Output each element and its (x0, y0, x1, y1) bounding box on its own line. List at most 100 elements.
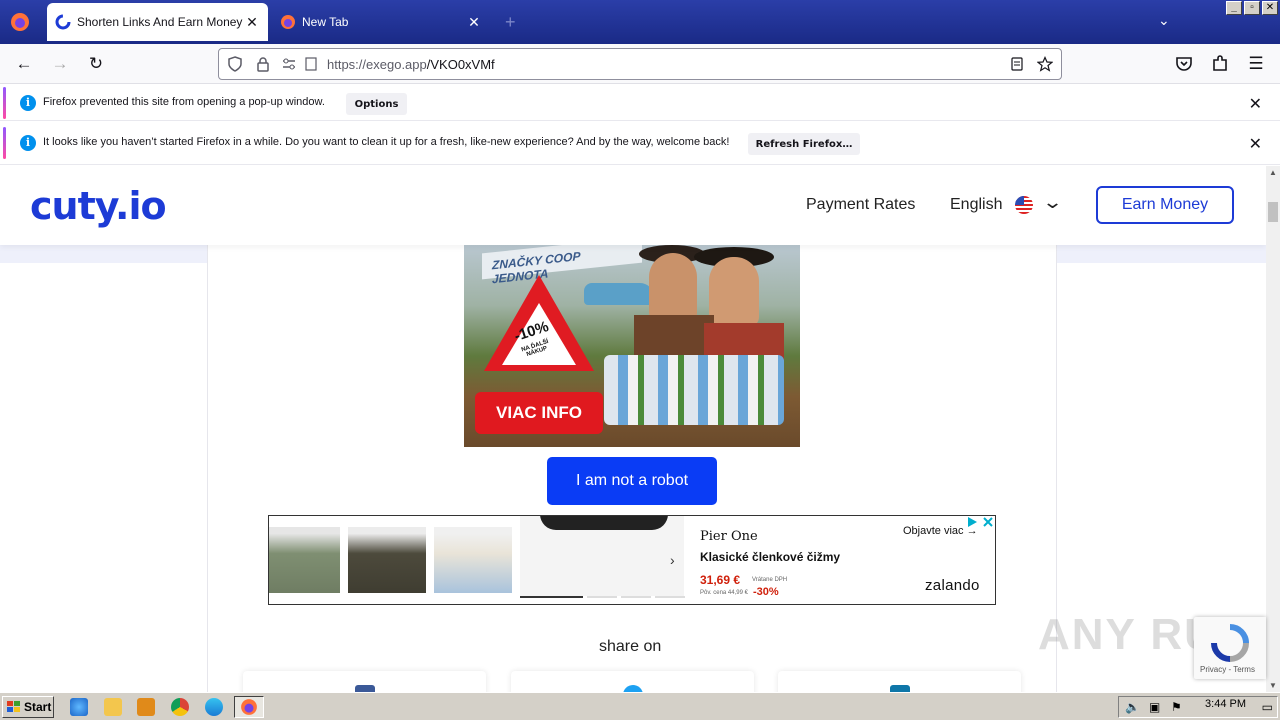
product-thumbnail[interactable] (434, 527, 512, 593)
firefox-icon (241, 699, 257, 715)
address-bar[interactable]: https://exego.app/VKO0xVMf (218, 48, 1062, 80)
internet-explorer-icon[interactable] (70, 698, 88, 716)
ad-old-price: Pôv. cena 44,99 € (700, 590, 748, 596)
recaptcha-icon (1211, 624, 1249, 662)
bookmark-star-icon[interactable] (1037, 56, 1053, 72)
ad-brand: Pier One (700, 529, 758, 544)
person-illustration (649, 253, 697, 323)
viac-info-button[interactable]: VIAC INFO (475, 392, 603, 434)
new-tab-plus-icon[interactable]: + (505, 12, 516, 33)
product-thumbnail[interactable] (269, 527, 340, 593)
carousel-progress (587, 596, 617, 598)
cuty-logo[interactable]: cuty.io (30, 184, 167, 228)
url-text[interactable]: https://exego.app/VKO0xVMf (327, 57, 495, 72)
list-all-tabs-chevron-icon[interactable]: ⌄ (1158, 12, 1170, 29)
carousel-next-icon[interactable]: › (670, 552, 675, 568)
ad-choices[interactable] (966, 516, 995, 530)
share-linkedin-button[interactable] (778, 671, 1021, 692)
hamburger-menu-icon[interactable]: ☰ (1244, 52, 1268, 76)
site-header: cuty.io Payment Rates English ⌄ Earn Mon… (0, 166, 1266, 245)
recaptcha-badge[interactable]: Privacy - Terms (1194, 617, 1266, 679)
grocery-products (604, 355, 784, 425)
payment-rates-link[interactable]: Payment Rates (806, 196, 915, 214)
refresh-firefox-button[interactable]: Refresh Firefox… (748, 133, 860, 155)
shield-icon[interactable] (227, 56, 243, 72)
lock-icon[interactable] (255, 56, 271, 72)
restore-icon[interactable]: ▫ (1244, 1, 1260, 15)
popup-blocked-notification: i Firefox prevented this site from openi… (0, 85, 1280, 121)
adchoices-icon[interactable] (966, 516, 978, 528)
url-host: https://exego.app (327, 57, 427, 72)
recaptcha-links[interactable]: Privacy - Terms (1200, 665, 1255, 674)
windows-logo-icon (7, 701, 20, 712)
ad-cta-text: Objavte viac (903, 525, 964, 537)
info-icon: i (20, 135, 36, 151)
pocket-icon[interactable] (1172, 52, 1196, 76)
options-button[interactable]: Options (346, 93, 407, 115)
permissions-icon[interactable] (281, 56, 297, 72)
navigation-toolbar: ← → ↻ https://exego.app/VKO0xVMf ☰ (0, 44, 1280, 84)
tab-new-tab[interactable]: New Tab ✕ (272, 3, 490, 41)
extensions-icon[interactable] (1208, 52, 1232, 76)
share-facebook-button[interactable] (243, 671, 486, 692)
scroll-up-icon[interactable]: ▲ (1269, 168, 1277, 177)
close-window-icon[interactable]: ✕ (1262, 1, 1278, 15)
tab-close-icon[interactable]: ✕ (466, 14, 482, 31)
car-illustration (584, 283, 654, 305)
reload-icon[interactable]: ↻ (84, 52, 108, 76)
product-image-shoe[interactable] (520, 516, 684, 596)
close-icon[interactable]: ✕ (1249, 134, 1262, 154)
taskbar-clock[interactable]: 3:44 PM (1205, 698, 1246, 710)
tab-cuty[interactable]: Shorten Links And Earn Money | cu ✕ (47, 3, 268, 41)
coop-jednota-ad[interactable]: ZNAČKY COOP JEDNOTA -10% NA ĎALŠÍ NÁKUP … (464, 245, 800, 447)
minimize-icon[interactable]: _ (1226, 1, 1242, 15)
ad-price: 31,69 € (700, 573, 741, 587)
share-twitter-button[interactable] (511, 671, 754, 692)
tab-strip: Shorten Links And Earn Money | cu ✕ New … (0, 0, 1280, 44)
page-scrollbar[interactable]: ▲ ▼ (1266, 166, 1280, 692)
facebook-icon (355, 685, 375, 692)
ad-discount: -30% (753, 586, 779, 598)
system-tray: 🔈 ▣ ⚑ ▭ (1118, 696, 1278, 718)
chrome-icon[interactable] (171, 698, 189, 716)
flag-icon[interactable]: ⚑ (1171, 700, 1182, 714)
carousel-progress-active (520, 596, 583, 598)
close-icon[interactable]: ✕ (1249, 94, 1262, 114)
start-button[interactable]: Start (2, 696, 54, 718)
info-icon: i (20, 95, 36, 111)
page-icon (305, 57, 317, 71)
scroll-thumb[interactable] (1268, 202, 1278, 222)
twitter-icon (623, 685, 643, 692)
linkedin-icon (890, 685, 910, 692)
ad-product-name: Klasické členkové čižmy (700, 550, 841, 564)
network-icon[interactable]: ▣ (1149, 700, 1160, 714)
chevron-down-icon[interactable]: ⌄ (1042, 192, 1063, 213)
firefox-menu-icon[interactable] (8, 10, 32, 34)
zalando-ad[interactable]: ‹ › Pier One Klasické členkové čižmy 31,… (268, 515, 996, 605)
reader-view-icon[interactable] (1009, 56, 1025, 72)
firefox-favicon-icon (281, 15, 295, 29)
file-explorer-icon[interactable] (104, 698, 122, 716)
earn-money-button[interactable]: Earn Money (1096, 186, 1234, 224)
back-arrow-icon[interactable]: ← (12, 52, 36, 76)
not-a-robot-button[interactable]: I am not a robot (547, 457, 717, 505)
tab-label: New Tab (302, 15, 349, 29)
ad-vat-note: Vrátane DPH (752, 577, 788, 583)
forward-arrow-icon[interactable]: → (48, 52, 72, 76)
share-label: share on (599, 638, 662, 655)
window-controls: _ ▫ ✕ (1226, 1, 1278, 15)
volume-icon[interactable]: 🔈 (1125, 700, 1140, 714)
media-player-icon[interactable] (137, 698, 155, 716)
ad-close-icon[interactable] (982, 516, 994, 528)
product-thumbnail[interactable] (348, 527, 426, 593)
show-desktop-icon[interactable]: ▭ (1262, 700, 1273, 714)
refresh-firefox-notification: i It looks like you haven’t started Fire… (0, 125, 1280, 165)
start-label: Start (24, 700, 52, 714)
tab-close-icon[interactable]: ✕ (244, 14, 260, 31)
notification-accent (3, 87, 6, 119)
taskbar-firefox-item[interactable] (234, 696, 264, 718)
scroll-down-icon[interactable]: ▼ (1269, 681, 1277, 690)
url-path: /VKO0xVMf (426, 57, 495, 72)
edge-icon[interactable] (205, 698, 223, 716)
language-selector[interactable]: English (950, 196, 1002, 214)
